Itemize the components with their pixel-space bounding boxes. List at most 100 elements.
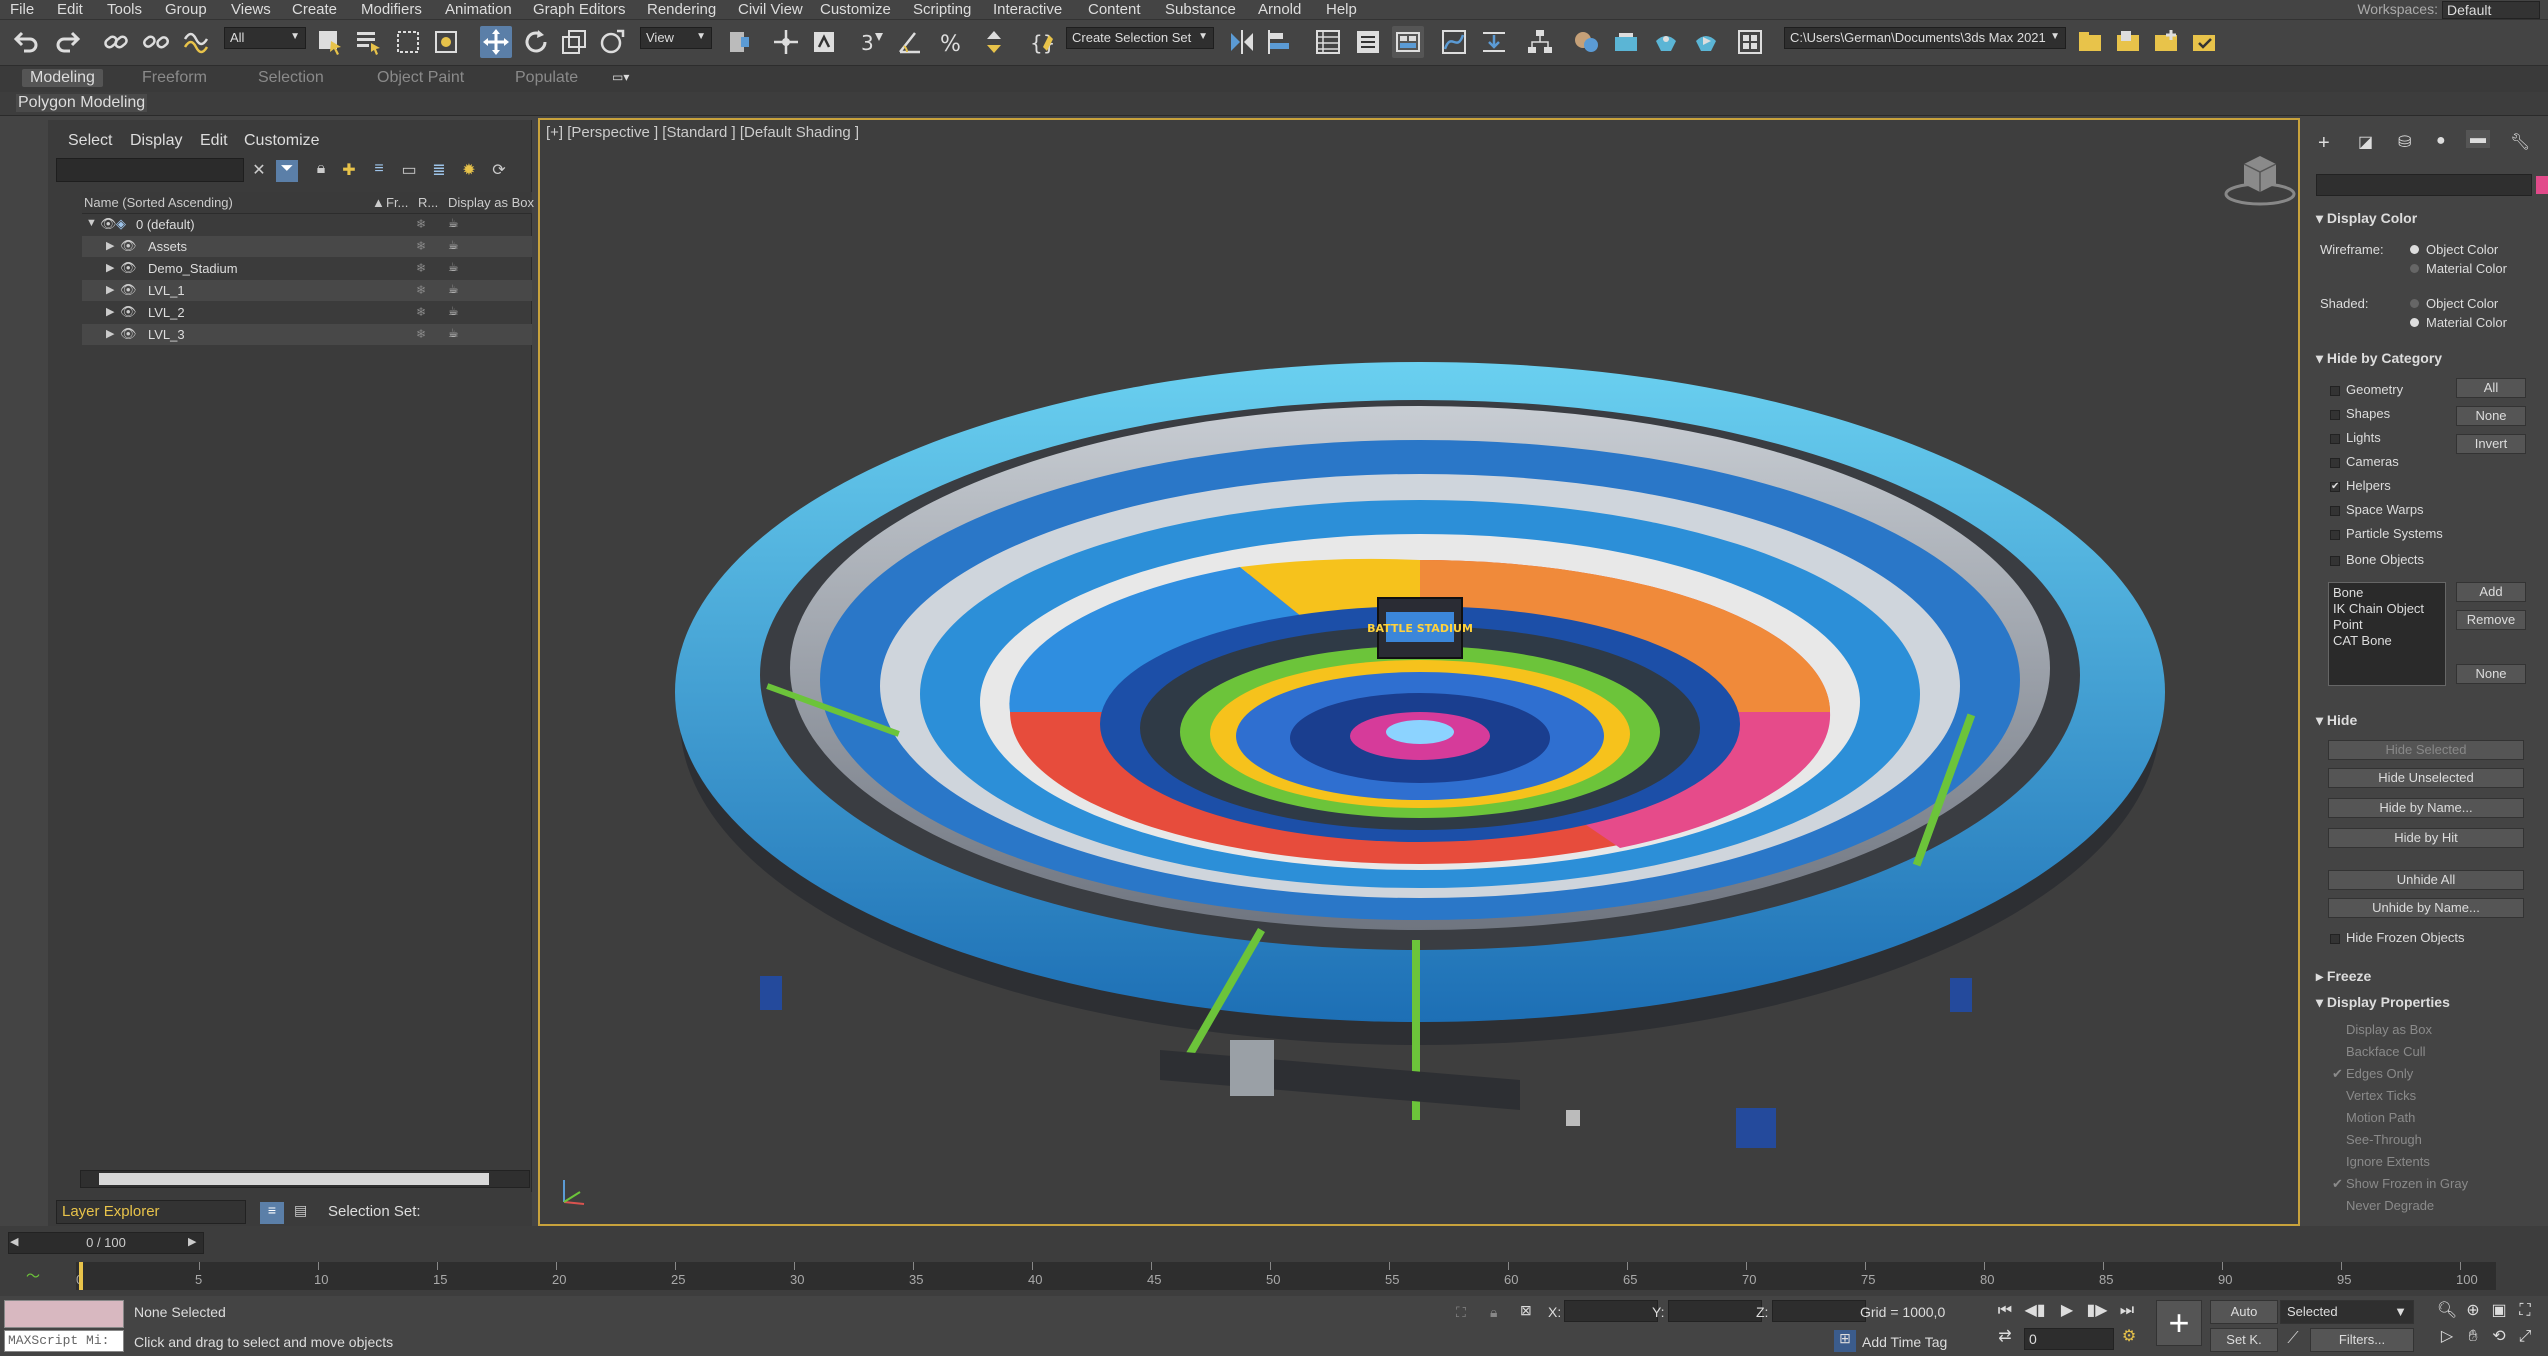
ribbon-options-icon[interactable]: ▭▾ — [612, 70, 629, 84]
selection-lock-icon[interactable]: 🔒︎ — [1490, 1304, 1497, 1321]
select-place-icon[interactable] — [596, 26, 628, 58]
rollout-freeze[interactable]: ▸ Freeze — [2316, 968, 2371, 985]
pivot-center-icon[interactable] — [724, 26, 756, 58]
scene-explorer-icon[interactable] — [1312, 26, 1344, 58]
maxscript-listener[interactable] — [4, 1300, 124, 1328]
column-render[interactable]: R... — [418, 195, 438, 210]
explorer-type-select[interactable]: Layer Explorer — [56, 1200, 246, 1224]
menu-animation[interactable]: Animation — [445, 1, 512, 18]
menu-interactive[interactable]: Interactive — [993, 1, 1062, 18]
lock-icon[interactable]: 🔒︎ — [310, 160, 332, 182]
render-icon[interactable]: ☕︎ — [448, 216, 459, 230]
motion-path-label[interactable]: Motion Path — [2346, 1110, 2415, 1125]
explorer-menu-select[interactable]: Select — [68, 132, 112, 150]
reference-coord-select[interactable]: View ▼ — [640, 27, 712, 49]
layer-row-lvl-3[interactable]: ▶ 👁︎ LVL_3 ❄ ☕︎ — [82, 324, 532, 345]
freeze-icon[interactable]: ❄ — [416, 283, 426, 297]
particle-systems-checkbox[interactable] — [2330, 530, 2340, 540]
display-as-box-label[interactable]: Display as Box — [2346, 1022, 2432, 1037]
tab-modeling[interactable]: Modeling — [22, 69, 103, 87]
add-button[interactable]: Add — [2456, 582, 2526, 602]
go-to-end-icon[interactable]: ⏭ — [2116, 1300, 2138, 1322]
menu-content[interactable]: Content — [1088, 1, 1141, 18]
mirror-icon[interactable] — [1226, 26, 1258, 58]
previous-frame-icon[interactable]: ◀▮ — [2024, 1300, 2046, 1322]
expand-icon[interactable]: ▶ — [106, 327, 114, 340]
explorer-menu-edit[interactable]: Edit — [200, 132, 228, 150]
render-icon[interactable]: ☕︎ — [448, 282, 459, 296]
space-warps-checkbox[interactable] — [2330, 506, 2340, 516]
explorer-menu-customize[interactable]: Customize — [244, 132, 320, 150]
tab-freeform[interactable]: Freeform — [142, 69, 207, 87]
workspaces-select[interactable]: Default — [2442, 1, 2540, 19]
menu-customize[interactable]: Customize — [820, 1, 891, 18]
column-frozen[interactable]: Fr... — [386, 195, 408, 210]
list-item[interactable]: Point — [2333, 617, 2441, 633]
filter-toggle-icon[interactable]: ⏷ — [276, 160, 298, 182]
angle-snap-icon[interactable] — [894, 26, 926, 58]
invert-button[interactable]: Invert — [2456, 434, 2526, 454]
tab-object-paint[interactable]: Object Paint — [377, 69, 464, 87]
display-tab-icon[interactable]: ▬ — [2466, 130, 2490, 148]
next-frame-icon[interactable]: ▮▶ — [2086, 1300, 2108, 1322]
shaded-material-color-radio[interactable] — [2410, 318, 2419, 327]
list-item[interactable]: CAT Bone — [2333, 633, 2441, 649]
new-project-icon[interactable] — [2150, 26, 2182, 58]
key-tangent-icon[interactable]: ⟋ — [2282, 1328, 2304, 1350]
unhide-all-button[interactable]: Unhide All — [2328, 870, 2524, 890]
unhide-by-name-button[interactable]: Unhide by Name... — [2328, 898, 2524, 918]
render-icon[interactable]: ☕︎ — [448, 326, 459, 340]
key-filter-select[interactable]: Selected ▼ — [2280, 1300, 2414, 1324]
time-next-icon[interactable]: ▶ — [188, 1235, 196, 1248]
set-key-big-button[interactable]: + — [2156, 1300, 2202, 1346]
hide-by-name-button[interactable]: Hide by Name... — [2328, 798, 2524, 818]
edges-only-label[interactable]: Edges Only — [2346, 1066, 2413, 1081]
eye-icon[interactable]: 👁︎ — [100, 216, 117, 232]
project-folder-icon[interactable] — [2074, 26, 2106, 58]
rollout-display-properties[interactable]: ▾ Display Properties — [2316, 994, 2450, 1011]
bind-spacewarp-icon[interactable] — [180, 26, 212, 58]
modify-tab-icon[interactable]: ◪ — [2358, 132, 2373, 152]
menu-views[interactable]: Views — [231, 1, 271, 18]
select-by-name-icon[interactable] — [352, 26, 384, 58]
hierarchy-tab-icon[interactable]: ⛁ — [2398, 132, 2411, 152]
object-color-swatch[interactable] — [2536, 176, 2548, 194]
freeze-icon[interactable]: ❄ — [416, 305, 426, 319]
filters-button[interactable]: Filters... — [2310, 1328, 2414, 1352]
geometry-checkbox[interactable] — [2330, 386, 2340, 396]
expand-icon[interactable]: ▶ — [106, 305, 114, 318]
rollout-hide-by-category[interactable]: ▾ Hide by Category — [2316, 350, 2442, 367]
show-frozen-check-icon[interactable]: ✔ — [2332, 1176, 2343, 1192]
maximize-viewport-icon[interactable]: ⤢ — [2514, 1326, 2536, 1348]
layer-row-lvl-1[interactable]: ▶ 👁︎ LVL_1 ❄ ☕︎ — [82, 280, 532, 301]
sync-icon[interactable]: ⟳ — [488, 160, 510, 182]
eye-icon[interactable]: 👁︎ — [120, 282, 137, 298]
menu-help[interactable]: Help — [1326, 1, 1357, 18]
edges-only-check-icon[interactable]: ✔ — [2332, 1066, 2343, 1082]
menu-substance[interactable]: Substance — [1165, 1, 1236, 18]
track-bar[interactable]: 0510152025303540455055606570758085909510… — [76, 1262, 2496, 1290]
wireframe-object-color-radio[interactable] — [2410, 245, 2419, 254]
explorer-menu-display[interactable]: Display — [130, 132, 182, 150]
pan-icon[interactable]: ✋︎ — [2462, 1326, 2484, 1348]
remove-button[interactable]: Remove — [2456, 610, 2526, 630]
ribbon-polygon-modeling[interactable]: Polygon Modeling — [16, 94, 148, 112]
layers-stack-icon[interactable]: ≡ — [368, 160, 390, 182]
zoom-icon[interactable]: 🔍︎ — [2436, 1300, 2458, 1322]
hide-by-hit-button[interactable]: Hide by Hit — [2328, 828, 2524, 848]
time-config-icon[interactable]: ⚙ — [2118, 1326, 2140, 1348]
toggle-ribbon-icon[interactable] — [1392, 26, 1424, 58]
list-item[interactable]: IK Chain Object — [2333, 601, 2441, 617]
explorer-search-input[interactable] — [56, 158, 244, 182]
eye-icon[interactable]: 👁︎ — [120, 238, 137, 254]
zoom-extents-icon[interactable]: ▣ — [2488, 1300, 2510, 1322]
layer-row-default[interactable]: ▼ 👁︎ ◈ 0 (default) ❄ ☕︎ — [82, 214, 532, 235]
shapes-checkbox[interactable] — [2330, 410, 2340, 420]
time-tag-icon[interactable]: ⊞ — [1834, 1330, 1856, 1352]
tab-populate[interactable]: Populate — [515, 69, 578, 87]
new-layer-icon[interactable]: ▭ — [398, 160, 420, 182]
freeze-icon[interactable]: ❄ — [416, 327, 426, 341]
lights-checkbox[interactable] — [2330, 434, 2340, 444]
backface-cull-label[interactable]: Backface Cull — [2346, 1044, 2425, 1059]
selection-set-select[interactable]: Create Selection Set ▼ — [1066, 27, 1214, 49]
